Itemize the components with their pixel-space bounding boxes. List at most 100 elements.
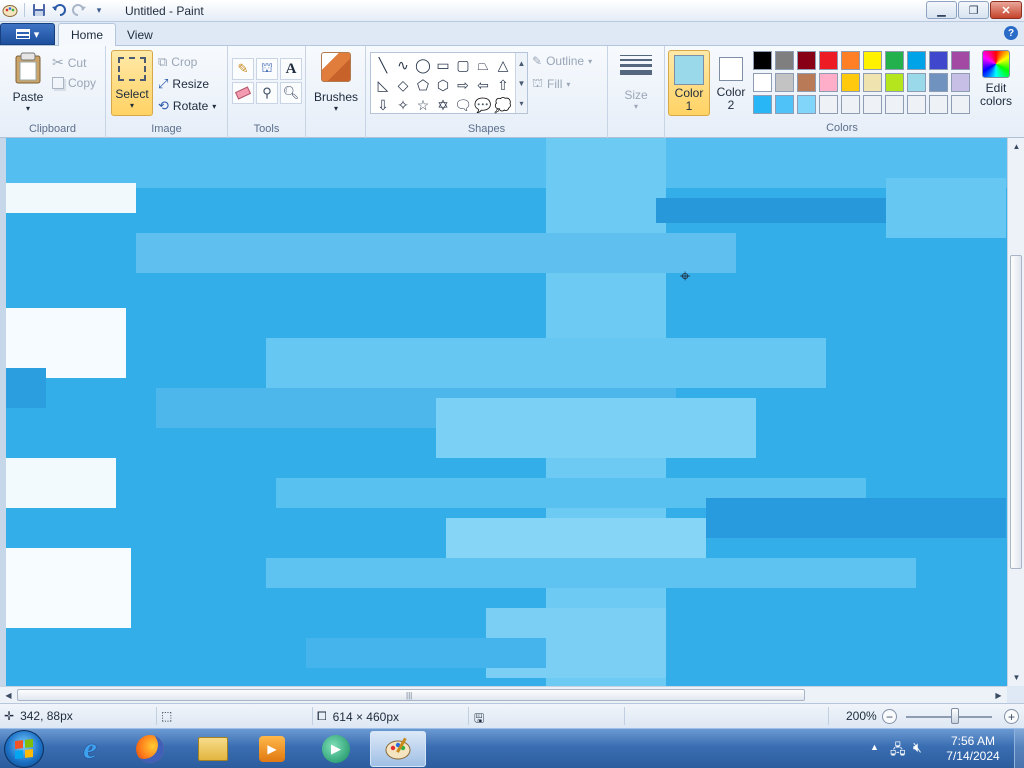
customize-dropdown-icon[interactable]: ▾ — [91, 2, 107, 18]
vertical-scroll-thumb[interactable] — [1010, 255, 1022, 569]
shape-item[interactable]: △ — [493, 55, 513, 75]
copy-button[interactable]: Copy — [52, 76, 96, 90]
shape-item[interactable]: ⇨ — [453, 75, 473, 95]
palette-swatch[interactable] — [753, 73, 772, 92]
network-icon[interactable]: 🖧 — [890, 739, 906, 763]
palette-swatch[interactable] — [841, 51, 860, 70]
palette-swatch[interactable] — [841, 73, 860, 92]
palette-swatch[interactable] — [797, 73, 816, 92]
shape-item[interactable]: 🗨 — [453, 95, 473, 115]
fill-button[interactable]: ⛫ Fill ▾ — [532, 76, 570, 92]
color1-button[interactable]: Color 1 — [668, 50, 710, 116]
show-hidden-icons-icon[interactable]: ▲ — [870, 742, 879, 752]
shape-item[interactable]: ⏢ — [473, 55, 493, 75]
palette-swatch[interactable] — [819, 95, 838, 114]
save-icon[interactable] — [31, 2, 47, 18]
palette-swatch[interactable] — [863, 95, 882, 114]
shape-item[interactable]: ╲ — [373, 55, 393, 75]
scroll-left-icon[interactable]: ◀ — [0, 687, 17, 704]
paint-menu-button[interactable]: ▾ — [0, 23, 55, 45]
size-button[interactable]: Size ▾ — [612, 52, 660, 112]
app-icon[interactable]: ▶ — [308, 731, 364, 767]
select-button[interactable]: Select ▾ — [111, 50, 153, 116]
scroll-right-icon[interactable]: ▶ — [990, 687, 1007, 704]
tab-home[interactable]: Home — [58, 23, 117, 46]
outline-button[interactable]: ✎ Outline ▾ — [532, 54, 592, 68]
edit-colors-button[interactable]: Edit colors — [976, 50, 1016, 116]
crop-button[interactable]: ⧉ Crop — [158, 54, 197, 70]
help-icon[interactable]: ? — [1004, 26, 1018, 40]
palette-swatch[interactable] — [819, 51, 838, 70]
pencil-icon[interactable]: ✎ — [232, 58, 254, 80]
paint-icon[interactable] — [370, 731, 426, 767]
shape-item[interactable]: ◯ — [413, 55, 433, 75]
paste-button[interactable]: Paste ▾ — [8, 52, 48, 113]
shape-item[interactable]: ◇ — [393, 75, 413, 95]
palette-swatch[interactable] — [819, 73, 838, 92]
redo-icon[interactable] — [71, 2, 87, 18]
zoom-slider-thumb[interactable] — [951, 708, 959, 724]
palette-swatch[interactable] — [753, 51, 772, 70]
palette-swatch[interactable] — [797, 51, 816, 70]
palette-swatch[interactable] — [775, 51, 794, 70]
shape-item[interactable]: ⬠ — [413, 75, 433, 95]
tab-view[interactable]: View — [115, 23, 165, 46]
palette-swatch[interactable] — [907, 51, 926, 70]
firefox-icon[interactable] — [122, 731, 178, 767]
palette-swatch[interactable] — [951, 95, 970, 114]
horizontal-scroll-thumb[interactable]: ||| — [17, 689, 805, 701]
text-icon[interactable]: A — [280, 58, 302, 80]
palette-swatch[interactable] — [929, 95, 948, 114]
drawing-canvas[interactable]: ⌖ — [6, 138, 1007, 686]
show-desktop-button[interactable] — [1014, 729, 1024, 768]
shape-item[interactable]: ◺ — [373, 75, 393, 95]
shape-item[interactable]: ⇦ — [473, 75, 493, 95]
palette-swatch[interactable] — [775, 95, 794, 114]
minimize-icon[interactable]: ▁ — [926, 1, 957, 19]
palette-swatch[interactable] — [841, 95, 860, 114]
palette-swatch[interactable] — [863, 73, 882, 92]
paint-app-icon[interactable] — [2, 2, 18, 18]
shape-item[interactable]: ▭ — [433, 55, 453, 75]
shape-item[interactable]: ☆ — [413, 95, 433, 115]
scroll-up-icon[interactable]: ▲ — [1008, 138, 1024, 155]
shape-item[interactable]: ⇩ — [373, 95, 393, 115]
system-clock[interactable]: 7:56 AM 7/14/2024 — [931, 734, 1015, 764]
zoom-out-icon[interactable]: − — [882, 709, 897, 724]
palette-swatch[interactable] — [797, 95, 816, 114]
file-explorer-icon[interactable] — [185, 731, 241, 767]
volume-muted-icon[interactable]: 🔇︎ — [913, 739, 922, 756]
shape-item[interactable]: ⇧ — [493, 75, 513, 95]
palette-swatch[interactable] — [951, 73, 970, 92]
brushes-button[interactable]: Brushes ▾ — [314, 52, 358, 113]
palette-swatch[interactable] — [951, 51, 970, 70]
scroll-down-icon[interactable]: ▼ — [1008, 669, 1024, 686]
palette-swatch[interactable] — [885, 95, 904, 114]
palette-swatch[interactable] — [885, 73, 904, 92]
media-player-icon[interactable]: ▶ — [244, 731, 300, 767]
palette-swatch[interactable] — [929, 51, 948, 70]
shape-item[interactable]: 💭 — [493, 95, 513, 115]
shapes-gallery-scroll[interactable]: ▲ ▼ ▾ — [515, 53, 527, 113]
cut-button[interactable]: ✂ Cut — [52, 54, 86, 71]
palette-swatch[interactable] — [907, 73, 926, 92]
palette-swatch[interactable] — [907, 95, 926, 114]
shape-item[interactable]: ✡ — [433, 95, 453, 115]
palette-swatch[interactable] — [863, 51, 882, 70]
shape-item[interactable]: 💬 — [473, 95, 493, 115]
vertical-scrollbar[interactable]: ▲ ▼ — [1007, 138, 1024, 686]
shape-item[interactable]: ▢ — [453, 55, 473, 75]
palette-swatch[interactable] — [885, 51, 904, 70]
resize-button[interactable]: ⤢ Resize — [158, 76, 209, 92]
shape-item[interactable]: ∿ — [393, 55, 413, 75]
zoom-slider[interactable] — [906, 716, 992, 718]
close-icon[interactable]: ✕ — [990, 1, 1022, 19]
palette-swatch[interactable] — [753, 95, 772, 114]
fill-bucket-icon[interactable]: ⛫ — [256, 58, 278, 80]
restore-icon[interactable]: ❐ — [958, 1, 989, 19]
start-button[interactable] — [4, 730, 44, 768]
magnifier-icon[interactable]: 🔍︎ — [280, 82, 302, 104]
internet-explorer-icon[interactable]: e — [62, 731, 118, 767]
color2-button[interactable]: Color 2 — [712, 50, 750, 116]
rotate-button[interactable]: ⟲ Rotate ▾ — [158, 98, 216, 114]
